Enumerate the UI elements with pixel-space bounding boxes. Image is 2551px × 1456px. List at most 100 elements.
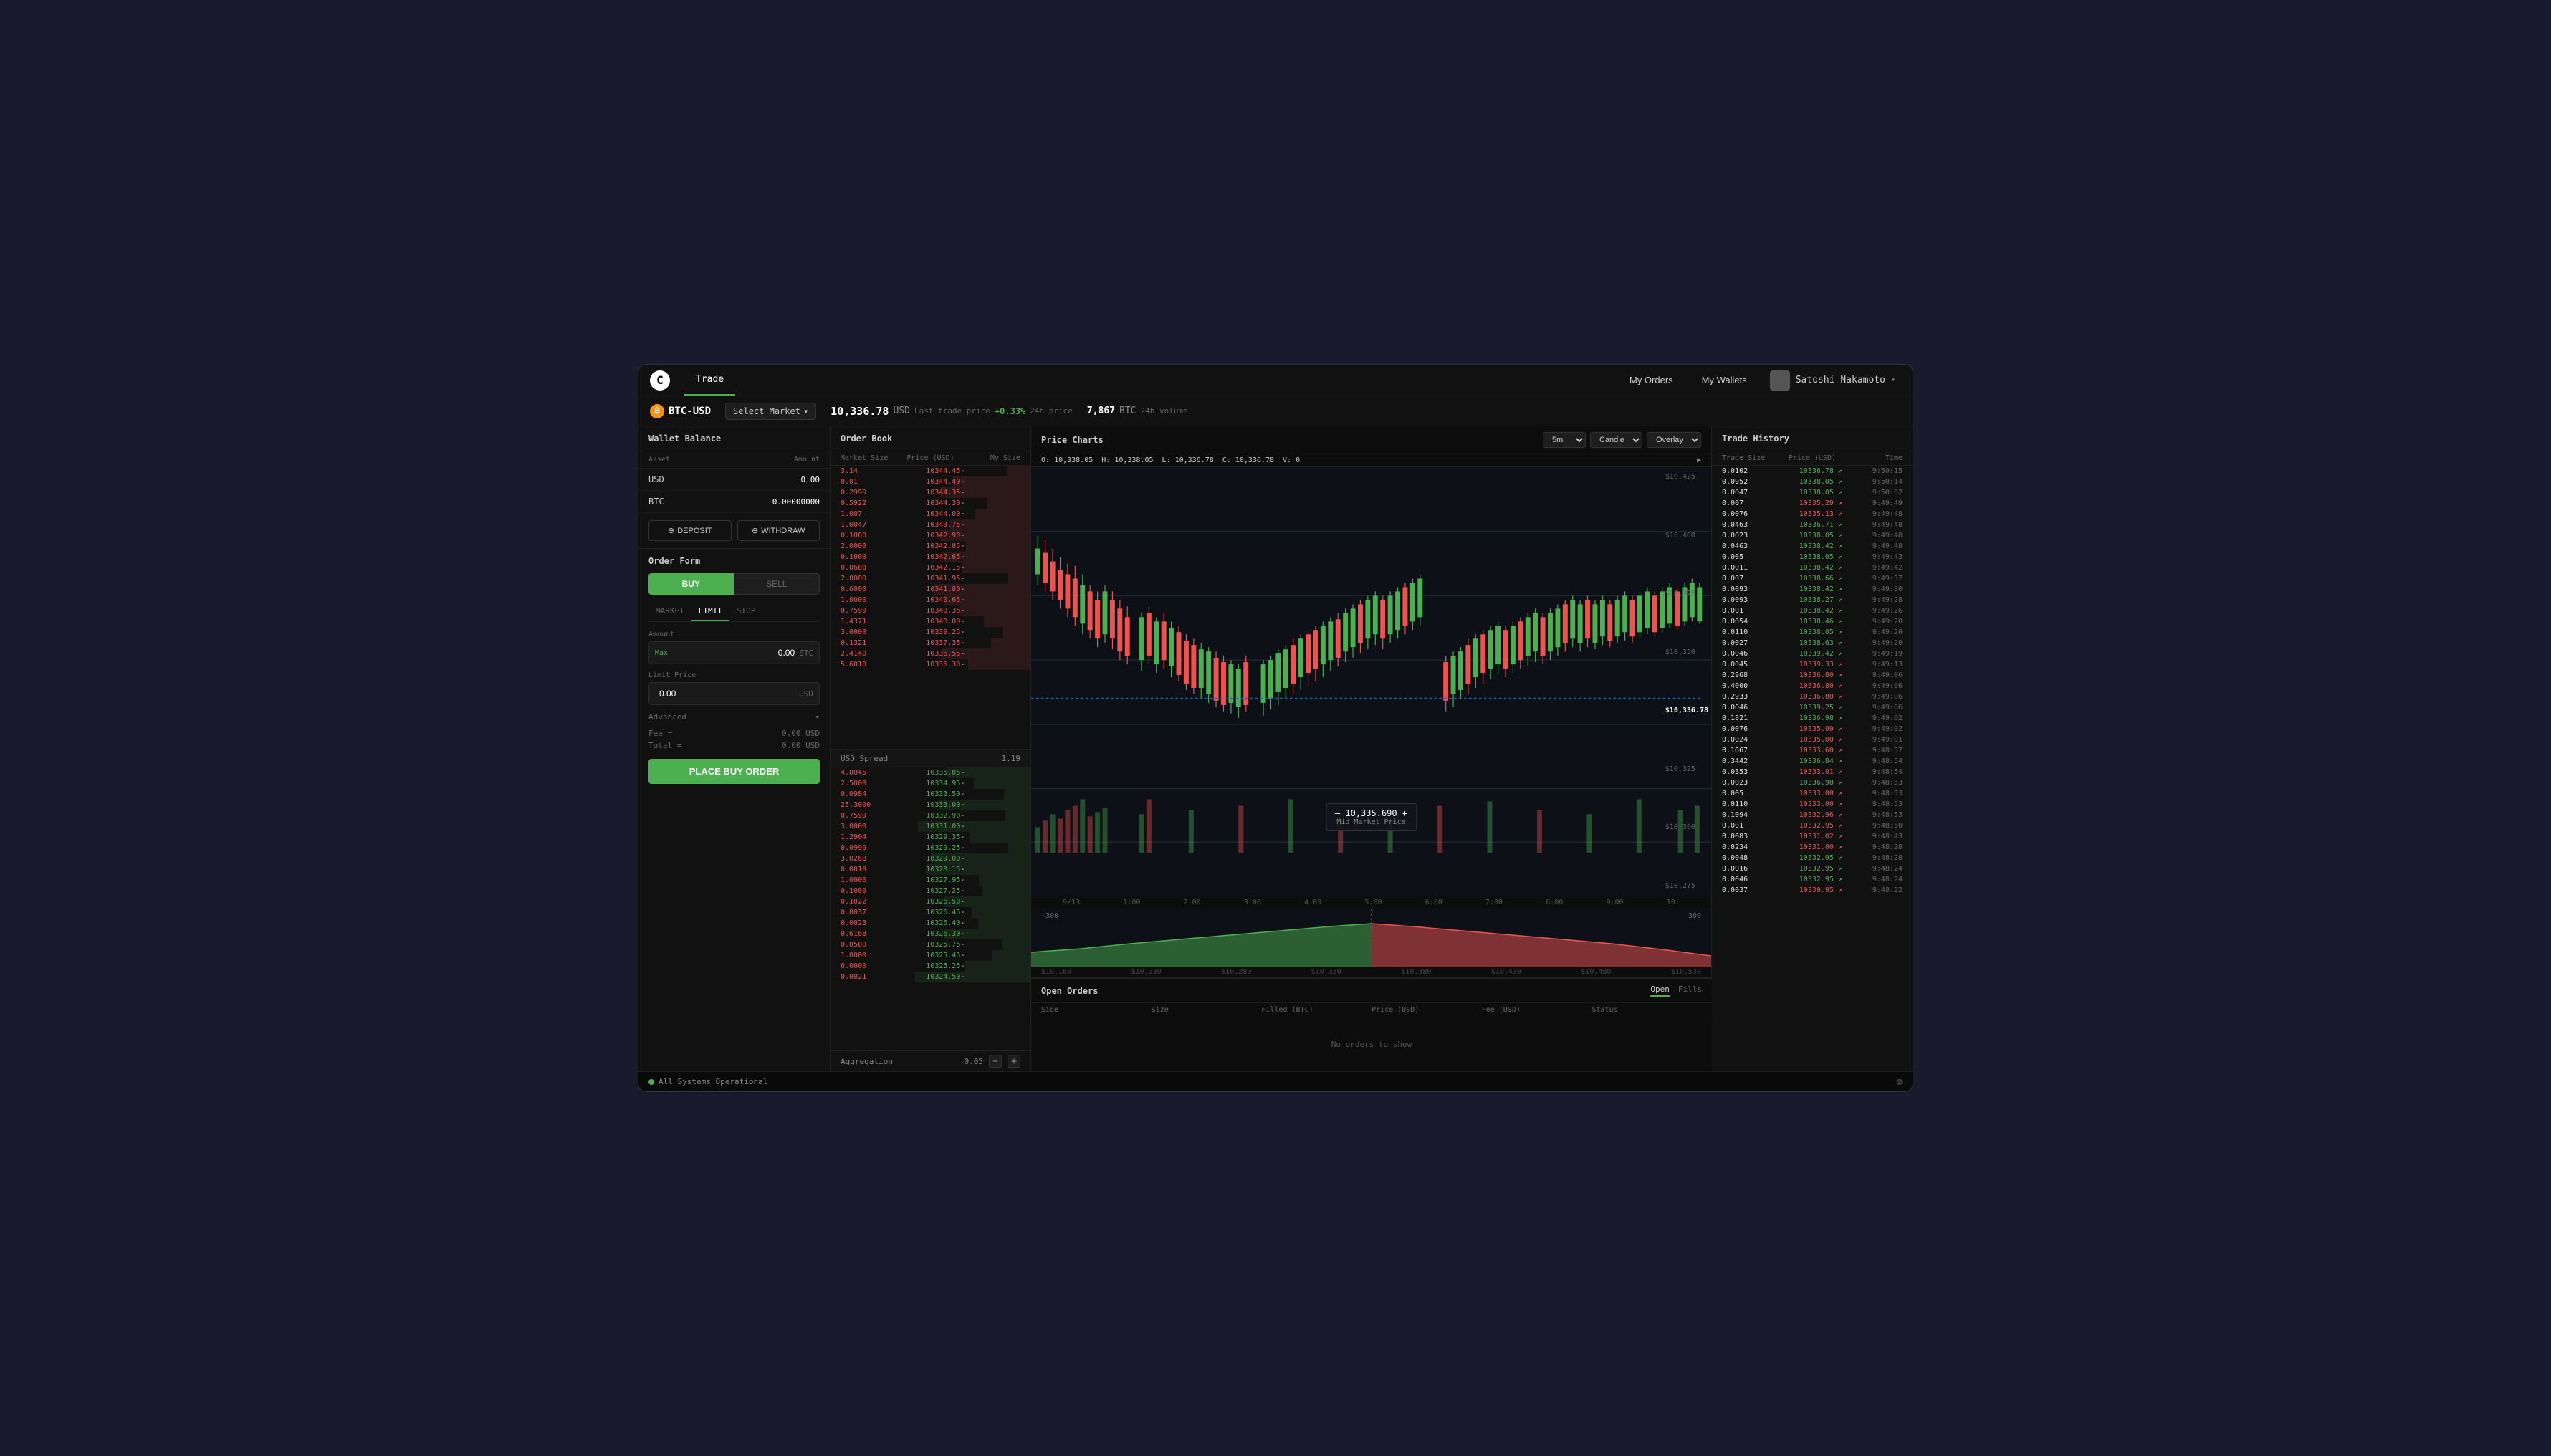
limit-price-input[interactable] bbox=[655, 689, 799, 699]
order-book-bid-row[interactable]: 0.0500 10325.75 - bbox=[831, 939, 1030, 950]
trade-history-row[interactable]: 0.0046 10339.42 ↗ 9:49:19 bbox=[1712, 648, 1913, 659]
trade-history-row[interactable]: 0.0016 10332.95 ↗ 9:48:24 bbox=[1712, 863, 1913, 874]
trade-history-row[interactable]: 0.0027 10338.63 ↗ 9:49:20 bbox=[1712, 638, 1913, 648]
trade-history-row[interactable]: 0.0037 10330.95 ↗ 9:48:22 bbox=[1712, 885, 1913, 896]
market-tab[interactable]: MARKET bbox=[648, 602, 691, 621]
order-book-bid-row[interactable]: 1.2904 10329.35 - bbox=[831, 832, 1030, 843]
order-book-ask-row[interactable]: 0.7599 10340.35 - bbox=[831, 605, 1030, 616]
amount-input[interactable] bbox=[668, 648, 799, 658]
trade-history-row[interactable]: 0.0234 10331.00 ↗ 9:48:28 bbox=[1712, 842, 1913, 853]
order-book-bid-row[interactable]: 0.0023 10326.40 - bbox=[831, 918, 1030, 929]
order-book-ask-row[interactable]: 2.0000 10341.95 - bbox=[831, 573, 1030, 584]
order-book-ask-row[interactable]: 2.0000 10342.85 - bbox=[831, 541, 1030, 552]
order-book-bid-row[interactable]: 0.0010 10328.15 - bbox=[831, 864, 1030, 875]
order-book-bid-row[interactable]: 3.0268 10329.00 - bbox=[831, 853, 1030, 864]
advanced-toggle[interactable]: Advanced ▾ bbox=[648, 712, 820, 722]
order-book-bid-row[interactable]: 1.0000 10327.95 - bbox=[831, 875, 1030, 886]
trade-history-row[interactable]: 0.0011 10338.42 ↗ 9:49:42 bbox=[1712, 562, 1913, 573]
sell-tab[interactable]: SELL bbox=[734, 573, 820, 595]
user-area[interactable]: Satoshi Nakamoto ▾ bbox=[1764, 370, 1901, 391]
my-orders-button[interactable]: My Orders bbox=[1618, 370, 1685, 390]
order-book-bid-row[interactable]: 3.0000 10331.00 - bbox=[831, 821, 1030, 832]
trade-history-row[interactable]: 0.3442 10336.84 ↗ 9:48:54 bbox=[1712, 756, 1913, 767]
order-book-ask-row[interactable]: 1.007 10344.00 - bbox=[831, 509, 1030, 519]
order-book-bid-row[interactable]: 0.0037 10326.45 - bbox=[831, 907, 1030, 918]
trade-history-row[interactable]: 0.0952 10338.05 ↗ 9:50:14 bbox=[1712, 476, 1913, 487]
trade-history-row[interactable]: 0.0023 10338.05 ↗ 9:49:48 bbox=[1712, 530, 1913, 541]
candlestick-chart[interactable]: $10,425 $10,400 $10,375 $10,350 $10,336.… bbox=[1031, 467, 1711, 896]
order-book-bid-row[interactable]: 2.5000 10334.95 - bbox=[831, 778, 1030, 789]
order-book-ask-row[interactable]: 0.1000 10342.65 - bbox=[831, 552, 1030, 562]
trade-history-row[interactable]: 0.0353 10333.01 ↗ 9:48:54 bbox=[1712, 767, 1913, 777]
overlay-select[interactable]: Overlay bbox=[1647, 432, 1701, 448]
select-market-button[interactable]: Select Market ▾ bbox=[725, 403, 816, 420]
order-book-ask-row[interactable]: 1.0047 10343.75 - bbox=[831, 519, 1030, 530]
trade-history-row[interactable]: 0.1821 10336.98 ↗ 9:49:02 bbox=[1712, 713, 1913, 724]
trade-history-row[interactable]: 0.0110 10333.00 ↗ 9:48:53 bbox=[1712, 799, 1913, 810]
order-book-ask-row[interactable]: 0.6000 10341.80 - bbox=[831, 584, 1030, 595]
trade-history-row[interactable]: 0.0046 10332.95 ↗ 9:48:24 bbox=[1712, 874, 1913, 885]
order-book-bid-row[interactable]: 0.6168 10326.30 - bbox=[831, 929, 1030, 939]
trade-history-row[interactable]: 0.2968 10336.80 ↗ 9:49:06 bbox=[1712, 670, 1913, 681]
order-book-bid-row[interactable]: 25.3000 10333.00 - bbox=[831, 800, 1030, 810]
trade-history-row[interactable]: 0.0076 10335.13 ↗ 9:49:48 bbox=[1712, 509, 1913, 519]
order-book-ask-row[interactable]: 0.0688 10342.15 - bbox=[831, 562, 1030, 573]
order-book-ask-row[interactable]: 0.2999 10344.35 - bbox=[831, 487, 1030, 498]
trade-history-row[interactable]: 0.007 10338.66 ↗ 9:49:37 bbox=[1712, 573, 1913, 584]
trade-history-row[interactable]: 0.0046 10339.25 ↗ 9:49:06 bbox=[1712, 702, 1913, 713]
order-book-bid-row[interactable]: 0.7599 10332.90 - bbox=[831, 810, 1030, 821]
trade-history-row[interactable]: 0.0054 10338.46 ↗ 9:49:20 bbox=[1712, 616, 1913, 627]
trade-history-row[interactable]: 0.0045 10339.33 ↗ 9:49:13 bbox=[1712, 659, 1913, 670]
chart-type-select[interactable]: CandleLineOHLC bbox=[1590, 432, 1642, 448]
trade-history-row[interactable]: 0.0076 10335.00 ↗ 9:49:02 bbox=[1712, 724, 1913, 734]
order-book-ask-row[interactable]: 1.4371 10340.00 - bbox=[831, 616, 1030, 627]
order-book-ask-row[interactable]: 0.5922 10344.30 - bbox=[831, 498, 1030, 509]
trade-history-row[interactable]: 0.007 10335.29 ↗ 9:49:49 bbox=[1712, 498, 1913, 509]
trade-history-row[interactable]: 0.0093 10338.42 ↗ 9:49:30 bbox=[1712, 584, 1913, 595]
order-book-ask-row[interactable]: 5.6010 10336.30 - bbox=[831, 659, 1030, 670]
order-book-ask-row[interactable]: 1.0000 10340.65 - bbox=[831, 595, 1030, 605]
chart-nav-button[interactable]: ▶ bbox=[1697, 456, 1701, 464]
settings-icon[interactable]: ⚙ bbox=[1897, 1076, 1903, 1088]
order-book-bid-row[interactable]: 1.0000 10325.45 - bbox=[831, 950, 1030, 961]
fills-tab[interactable]: Fills bbox=[1678, 985, 1702, 997]
order-book-ask-row[interactable]: 0.01 10344.40 - bbox=[831, 476, 1030, 487]
nav-tab-trade[interactable]: Trade bbox=[684, 365, 735, 396]
order-book-bid-row[interactable]: 0.1000 10327.25 - bbox=[831, 886, 1030, 896]
trade-history-row[interactable]: 0.0093 10338.27 ↗ 9:49:28 bbox=[1712, 595, 1913, 605]
depth-chart[interactable]: -300 300 bbox=[1031, 909, 1711, 967]
trade-history-row[interactable]: 0.001 10332.95 ↗ 9:48:50 bbox=[1712, 820, 1913, 831]
trade-history-row[interactable]: 0.005 10333.00 ↗ 9:48:53 bbox=[1712, 788, 1913, 799]
order-book-ask-row[interactable]: 0.1321 10337.35 - bbox=[831, 638, 1030, 648]
trade-history-row[interactable]: 0.0463 10338.42 ↗ 9:49:48 bbox=[1712, 541, 1913, 552]
withdraw-button[interactable]: ⊖ WITHDRAW bbox=[737, 520, 820, 541]
deposit-button[interactable]: ⊕ DEPOSIT bbox=[648, 520, 732, 541]
open-orders-tab[interactable]: Open bbox=[1650, 985, 1670, 997]
order-book-bid-row[interactable]: 0.0984 10333.50 - bbox=[831, 789, 1030, 800]
agg-decrease-button[interactable]: − bbox=[989, 1055, 1002, 1068]
limit-tab[interactable]: LIMIT bbox=[691, 602, 729, 621]
trade-history-row[interactable]: 0.005 10338.05 ↗ 9:49:43 bbox=[1712, 552, 1913, 562]
order-book-bid-row[interactable]: 0.1022 10326.50 - bbox=[831, 896, 1030, 907]
timeframe-select[interactable]: 5m1m15m1h bbox=[1543, 432, 1586, 448]
order-book-bid-row[interactable]: 0.0021 10324.50 - bbox=[831, 972, 1030, 982]
order-book-bid-row[interactable]: 4.0045 10335.05 - bbox=[831, 767, 1030, 778]
stop-tab[interactable]: STOP bbox=[729, 602, 763, 621]
place-order-button[interactable]: PLACE BUY ORDER bbox=[648, 759, 820, 784]
trade-history-row[interactable]: 0.0048 10332.95 ↗ 9:48:28 bbox=[1712, 853, 1913, 863]
order-book-ask-row[interactable]: 3.14 10344.45 - bbox=[831, 466, 1030, 476]
order-book-bid-row[interactable]: 6.0000 10325.25 - bbox=[831, 961, 1030, 972]
trade-history-row[interactable]: 0.1667 10333.60 ↗ 9:48:57 bbox=[1712, 745, 1913, 756]
max-link[interactable]: Max bbox=[655, 649, 668, 657]
order-book-bid-row[interactable]: 0.0999 10329.25 - bbox=[831, 843, 1030, 853]
trade-history-row[interactable]: 0.001 10338.42 ↗ 9:49:26 bbox=[1712, 605, 1913, 616]
order-book-ask-row[interactable]: 3.0000 10339.25 - bbox=[831, 627, 1030, 638]
trade-history-row[interactable]: 0.4000 10336.80 ↗ 9:49:06 bbox=[1712, 681, 1913, 691]
order-book-ask-row[interactable]: 0.1000 10342.90 - bbox=[831, 530, 1030, 541]
trade-history-row[interactable]: 0.0102 10336.78 ↗ 9:50:15 bbox=[1712, 466, 1913, 476]
agg-increase-button[interactable]: + bbox=[1008, 1055, 1020, 1068]
trade-history-row[interactable]: 0.0463 10336.71 ↗ 9:49:48 bbox=[1712, 519, 1913, 530]
trade-history-row[interactable]: 0.0083 10331.02 ↗ 9:48:43 bbox=[1712, 831, 1913, 842]
my-wallets-button[interactable]: My Wallets bbox=[1690, 370, 1758, 390]
trade-history-row[interactable]: 0.2933 10336.80 ↗ 9:49:06 bbox=[1712, 691, 1913, 702]
